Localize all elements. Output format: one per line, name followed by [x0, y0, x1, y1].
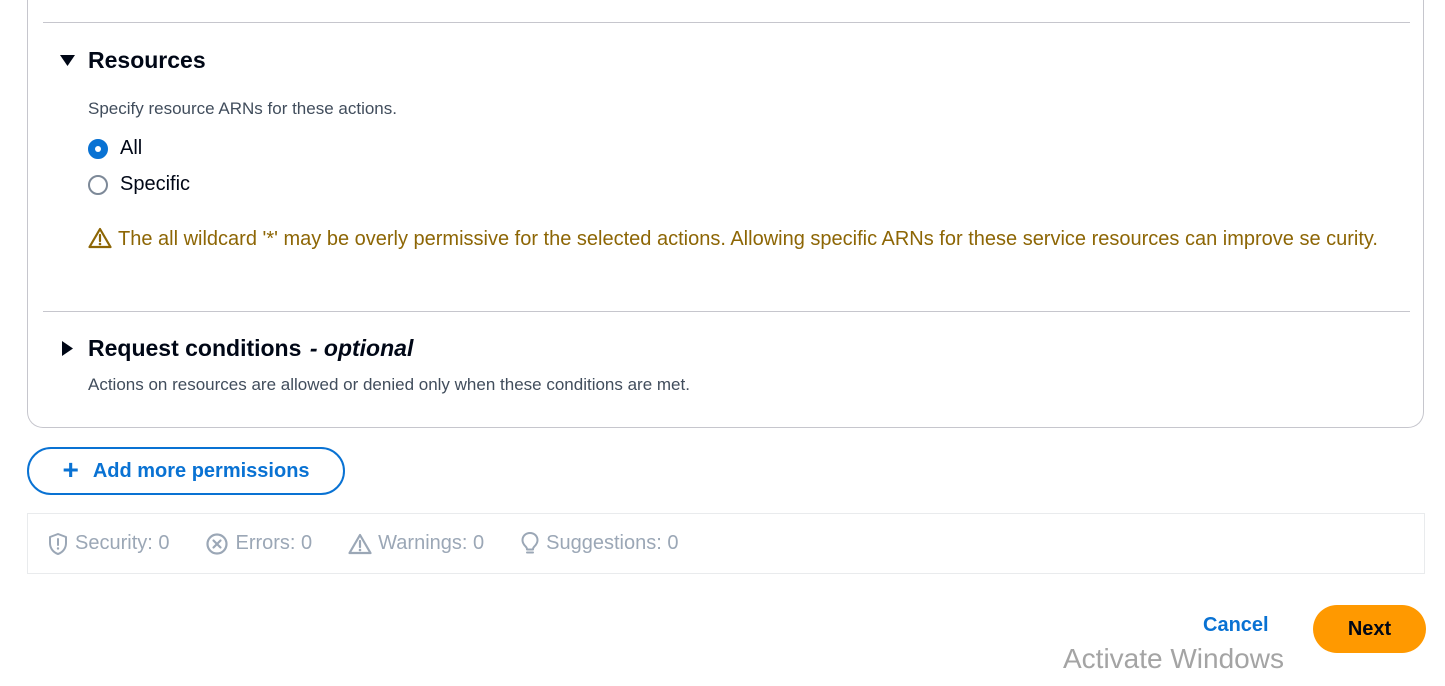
- shield-icon: [49, 532, 67, 555]
- wildcard-warning: The all wildcard '*' may be overly permi…: [88, 224, 1398, 255]
- request-conditions-title: Request conditions: [88, 335, 302, 361]
- errors-status[interactable]: Errors: 0: [205, 532, 312, 556]
- radio-all[interactable]: All: [88, 137, 142, 160]
- statement-editor-panel: [27, 0, 1424, 428]
- cancel-button[interactable]: Cancel: [1203, 614, 1269, 637]
- lightbulb-icon: [521, 531, 539, 553]
- resources-title: Resources: [88, 47, 206, 73]
- plus-icon: +: [62, 453, 79, 485]
- radio-all-label: All: [120, 137, 143, 159]
- validation-status-bar: Security: 0 Errors: 0 Warnings: 0 Sugges…: [27, 513, 1425, 574]
- errors-count: Errors: 0: [235, 532, 313, 554]
- radio-specific-label: Specific: [120, 173, 191, 195]
- next-button[interactable]: Next: [1313, 605, 1426, 653]
- resources-description: Specify resource ARNs for these actions.: [88, 99, 397, 118]
- radio-specific[interactable]: Specific: [88, 173, 190, 196]
- warning-triangle-icon: [88, 227, 112, 249]
- security-status[interactable]: Security: 0: [47, 532, 169, 556]
- error-circle-icon: [206, 532, 229, 555]
- caret-right-icon: [59, 340, 76, 357]
- request-conditions-description: Actions on resources are allowed or deni…: [88, 375, 690, 394]
- add-more-permissions-label: Add more permissions: [92, 459, 310, 482]
- activate-windows-watermark: Activate Windows: [1063, 643, 1284, 674]
- security-count: Security: 0: [75, 532, 170, 554]
- radio-checked-icon[interactable]: [88, 138, 108, 159]
- suggestions-count: Suggestions: 0: [546, 532, 679, 554]
- warnings-count: Warnings: 0: [378, 532, 485, 554]
- suggestions-status[interactable]: Suggestions: 0: [520, 531, 678, 557]
- warning-triangle-icon: [348, 533, 372, 554]
- top-divider: [43, 22, 1410, 23]
- caret-down-icon: [59, 52, 76, 69]
- section-divider: [43, 311, 1410, 312]
- warning-text: The all wildcard '*' may be overly permi…: [118, 228, 1378, 250]
- add-more-permissions-button[interactable]: + Add more permissions: [27, 447, 345, 495]
- resources-section-toggle[interactable]: Resources: [59, 47, 206, 74]
- warnings-status[interactable]: Warnings: 0: [348, 532, 484, 555]
- request-conditions-toggle[interactable]: Request conditions - optional: [59, 335, 413, 362]
- optional-label: - optional: [309, 335, 414, 361]
- radio-unchecked-icon[interactable]: [88, 174, 108, 195]
